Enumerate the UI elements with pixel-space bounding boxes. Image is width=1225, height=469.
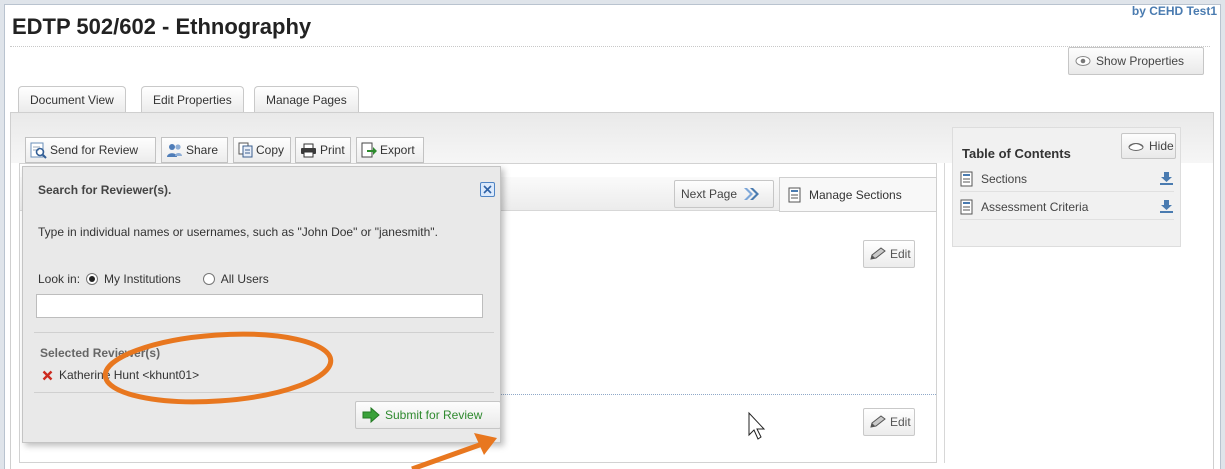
annotation-arrow-shaft bbox=[411, 440, 486, 469]
mouse-cursor-icon bbox=[748, 411, 766, 440]
annotation-overlay bbox=[102, 331, 766, 469]
annotation-highlight-ellipse bbox=[102, 331, 334, 405]
